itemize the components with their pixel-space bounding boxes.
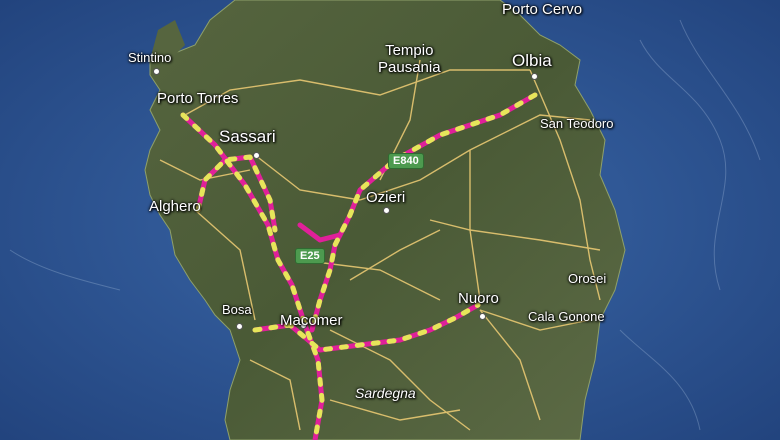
- label-alghero: Alghero: [149, 198, 201, 215]
- label-porto-cervo: Porto Cervo: [502, 1, 583, 18]
- road-shield-e840: E840: [388, 153, 424, 170]
- sassari-dot: [253, 152, 260, 159]
- stintino-dot: [153, 68, 160, 75]
- label-sassari: Sassari: [219, 127, 276, 146]
- label-stintino: Stintino: [128, 50, 172, 65]
- ozieri-dot: [383, 207, 390, 214]
- map-canvas[interactable]: Stintino Porto Cervo Porto Torres Tempio…: [0, 0, 780, 440]
- label-tempio-line2: Pausania: [378, 59, 441, 76]
- label-orosei: Orosei: [568, 271, 607, 286]
- label-cala-gonone: Cala Gonone: [528, 309, 605, 324]
- label-macomer: Macomer: [280, 312, 343, 329]
- nuoro-dot: [479, 313, 486, 320]
- label-porto-torres: Porto Torres: [157, 90, 239, 107]
- label-nuoro: Nuoro: [458, 290, 499, 307]
- label-tempio-pausania: Tempio Pausania: [378, 43, 441, 75]
- road-shield-e25: E25: [295, 248, 325, 265]
- label-tempio-line1: Tempio: [385, 42, 434, 59]
- label-sardegna: Sardegna: [355, 385, 416, 401]
- olbia-dot: [531, 73, 538, 80]
- label-olbia: Olbia: [512, 51, 552, 70]
- label-bosa: Bosa: [222, 302, 252, 317]
- bosa-dot: [236, 323, 243, 330]
- label-ozieri: Ozieri: [366, 189, 406, 206]
- label-san-teodoro: San Teodoro: [540, 116, 614, 131]
